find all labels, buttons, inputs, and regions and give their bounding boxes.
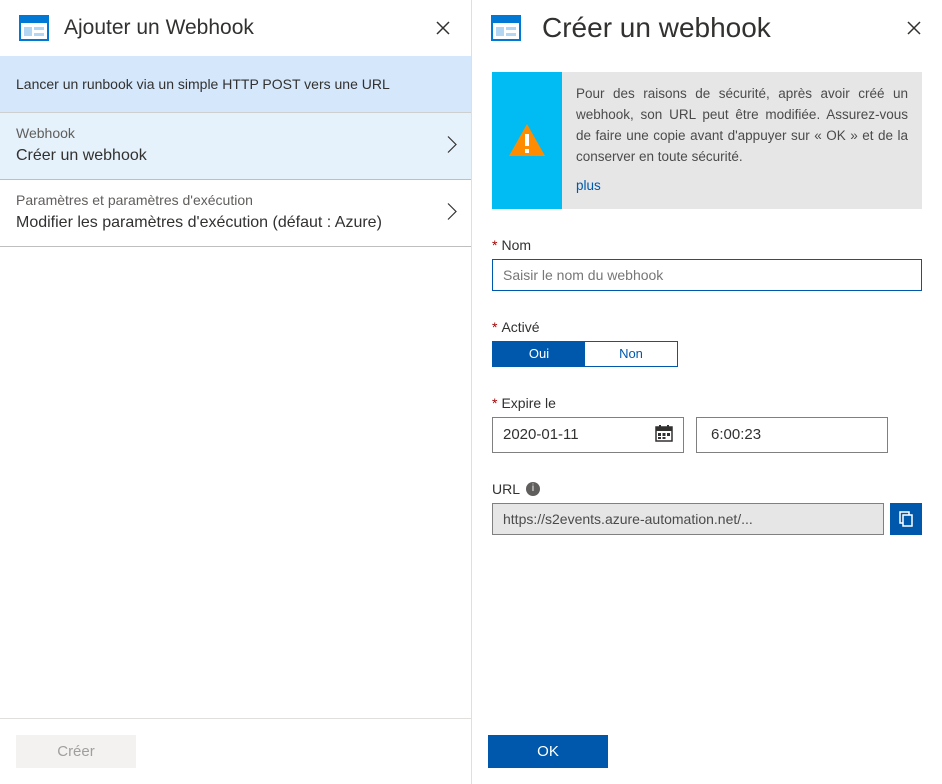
chevron-right-icon bbox=[447, 136, 457, 157]
warning-icon-col bbox=[492, 72, 562, 209]
create-button[interactable]: Créer bbox=[16, 735, 136, 768]
enabled-section: *Activé Oui Non bbox=[492, 319, 922, 367]
nav-value: Créer un webhook bbox=[16, 147, 455, 165]
info-icon[interactable]: i bbox=[526, 482, 540, 496]
close-button-left[interactable] bbox=[429, 14, 457, 42]
close-icon bbox=[435, 20, 451, 36]
info-bar: Lancer un runbook via un simple HTTP POS… bbox=[0, 56, 471, 112]
nav-item-webhook[interactable]: Webhook Créer un webhook bbox=[0, 113, 471, 180]
expires-section: *Expire le 2020-01-11 6:00:23 bbox=[492, 395, 922, 453]
close-button-right[interactable] bbox=[900, 14, 928, 42]
nav-label: Webhook bbox=[16, 125, 455, 141]
footer-right: OK bbox=[472, 719, 942, 784]
expires-time-input[interactable]: 6:00:23 bbox=[696, 417, 888, 453]
webhook-blade-icon bbox=[488, 10, 524, 46]
ok-button[interactable]: OK bbox=[488, 735, 608, 768]
panel-header-left: Ajouter un Webhook bbox=[0, 0, 471, 56]
name-section: *Nom bbox=[492, 237, 922, 291]
expires-date-value: 2020-01-11 bbox=[503, 426, 579, 443]
toggle-no[interactable]: Non bbox=[585, 342, 677, 366]
url-row: https://s2events.azure-automation.net/..… bbox=[492, 503, 922, 535]
nav-list: Webhook Créer un webhook Paramètres et p… bbox=[0, 112, 471, 247]
panel-title-right: Créer un webhook bbox=[542, 12, 771, 44]
url-label: URL bbox=[492, 481, 520, 497]
copy-icon bbox=[897, 510, 915, 528]
expires-label: *Expire le bbox=[492, 395, 922, 411]
panel-title-left: Ajouter un Webhook bbox=[64, 16, 254, 40]
panel-header-right: Créer un webhook bbox=[472, 0, 942, 56]
calendar-icon bbox=[655, 424, 673, 446]
required-star: * bbox=[492, 395, 497, 411]
nav-value: Modifier les paramètres d'exécution (déf… bbox=[16, 214, 455, 232]
required-star: * bbox=[492, 237, 497, 253]
warning-message: Pour des raisons de sécurité, après avoi… bbox=[576, 86, 908, 164]
chevron-right-icon bbox=[447, 203, 457, 224]
close-icon bbox=[906, 20, 922, 36]
nav-item-parameters[interactable]: Paramètres et paramètres d'exécution Mod… bbox=[0, 180, 471, 247]
name-label: *Nom bbox=[492, 237, 922, 253]
expires-time-value: 6:00:23 bbox=[711, 426, 761, 443]
enabled-toggle: Oui Non bbox=[492, 341, 678, 367]
add-webhook-panel: Ajouter un Webhook Lancer un runbook via… bbox=[0, 0, 472, 784]
url-value: https://s2events.azure-automation.net/..… bbox=[492, 503, 884, 535]
warning-icon bbox=[507, 122, 547, 158]
create-webhook-panel: Créer un webhook Pour des raisons de séc… bbox=[472, 0, 942, 784]
toggle-yes[interactable]: Oui bbox=[493, 342, 585, 366]
copy-button[interactable] bbox=[890, 503, 922, 535]
webhook-blade-icon bbox=[16, 10, 52, 46]
nav-label: Paramètres et paramètres d'exécution bbox=[16, 192, 455, 208]
warning-more-link[interactable]: plus bbox=[576, 176, 908, 197]
expires-row: 2020-01-11 6:00:23 bbox=[492, 417, 922, 453]
required-star: * bbox=[492, 319, 497, 335]
footer-left: Créer bbox=[0, 718, 471, 784]
form-body: Pour des raisons de sécurité, après avoi… bbox=[472, 56, 942, 535]
expires-date-input[interactable]: 2020-01-11 bbox=[492, 417, 684, 453]
warning-box: Pour des raisons de sécurité, après avoi… bbox=[492, 72, 922, 209]
url-label-row: URL i bbox=[492, 481, 922, 497]
url-section: URL i https://s2events.azure-automation.… bbox=[492, 481, 922, 535]
name-input[interactable] bbox=[492, 259, 922, 291]
warning-text: Pour des raisons de sécurité, après avoi… bbox=[562, 72, 922, 209]
enabled-label: *Activé bbox=[492, 319, 922, 335]
